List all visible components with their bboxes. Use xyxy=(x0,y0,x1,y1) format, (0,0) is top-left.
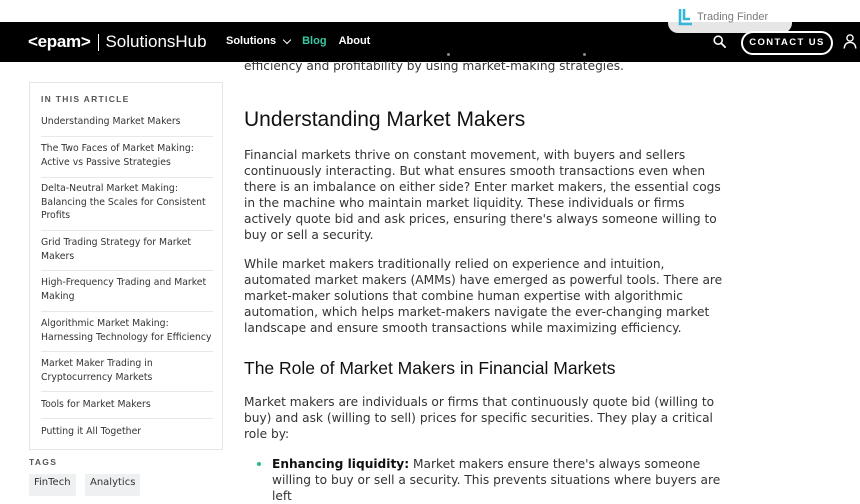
toc-item-understanding-market-makers[interactable]: Understanding Market Makers xyxy=(41,115,213,129)
toc-item-cryptocurrency[interactable]: Market Maker Trading in Cryptocurrency M… xyxy=(41,357,213,384)
toc-divider xyxy=(41,136,213,137)
list-item-bold: Enhancing liquidity: xyxy=(272,457,410,471)
article-paragraph-1: Financial markets thrive on constant mov… xyxy=(244,148,721,242)
list-item-text: Enhancing liquidity: Market makers ensur… xyxy=(272,456,724,504)
nav-item-label: Blog xyxy=(302,35,327,47)
solutionshub-logo-text: SolutionsHub xyxy=(105,32,207,51)
article-clipped-paragraph: efficiency and profitability by using ma… xyxy=(244,59,624,73)
dot xyxy=(583,53,586,56)
toc-item-putting-together[interactable]: Putting it All Together xyxy=(41,425,213,439)
toc-divider xyxy=(41,177,213,178)
toc-divider xyxy=(41,351,213,352)
toc-item-high-frequency[interactable]: High-Frequency Trading and Market Making xyxy=(41,276,213,303)
toc-title: IN THIS ARTICLE xyxy=(41,94,130,104)
logo-divider xyxy=(98,33,100,51)
tag-fintech[interactable]: FinTech xyxy=(29,474,76,496)
main-menu: Solutions Blog About xyxy=(226,35,382,47)
watermark-text: Trading Finder xyxy=(697,11,769,23)
article-paragraph-2: While market makers traditionally relied… xyxy=(244,257,723,335)
contact-us-button[interactable]: CONTACT US xyxy=(741,31,833,55)
list-item-enhancing-liquidity: Enhancing liquidity: Market makers ensur… xyxy=(257,456,724,504)
site-logo[interactable]: <epam> SolutionsHub xyxy=(28,32,207,52)
nav-item-label: About xyxy=(338,35,371,47)
toc-item-grid-trading[interactable]: Grid Trading Strategy for Market Makers xyxy=(41,236,213,263)
toc-item-algorithmic[interactable]: Algorithmic Market Making: Harnessing Te… xyxy=(41,317,213,344)
nav-item-solutions[interactable]: Solutions xyxy=(226,35,292,47)
tags-title: TAGS xyxy=(29,457,58,467)
dot xyxy=(447,53,450,56)
search-icon[interactable] xyxy=(713,35,726,48)
tag-analytics[interactable]: Analytics xyxy=(85,474,141,496)
toc-divider xyxy=(41,391,213,392)
toc-divider xyxy=(41,230,213,231)
toc-divider xyxy=(41,270,213,271)
nav-item-blog[interactable]: Blog xyxy=(302,35,326,47)
toc-item-delta-neutral[interactable]: Delta-Neutral Market Making: Balancing t… xyxy=(41,182,213,223)
bullet-icon xyxy=(257,462,261,466)
user-account-icon[interactable] xyxy=(843,34,857,49)
table-of-contents: IN THIS ARTICLE Understanding Market Mak… xyxy=(29,82,223,450)
chevron-down-icon xyxy=(282,35,292,44)
toc-item-tools[interactable]: Tools for Market Makers xyxy=(41,398,213,412)
toc-divider xyxy=(41,311,213,312)
toc-divider xyxy=(41,418,213,419)
toc-item-two-faces[interactable]: The Two Faces of Market Making: Active v… xyxy=(41,142,213,169)
heading-role-of-market-makers: The Role of Market Makers in Financial M… xyxy=(244,358,616,378)
heading-understanding-market-makers: Understanding Market Makers xyxy=(244,108,526,131)
trading-finder-logo-icon xyxy=(678,9,692,26)
trading-finder-watermark: Trading Finder xyxy=(668,1,792,33)
epam-logo-text: <epam> xyxy=(28,32,91,51)
article-paragraph-3: Market makers are individuals or firms t… xyxy=(244,395,715,441)
nav-item-label: Solutions xyxy=(226,35,277,47)
nav-item-about[interactable]: About xyxy=(339,35,371,47)
